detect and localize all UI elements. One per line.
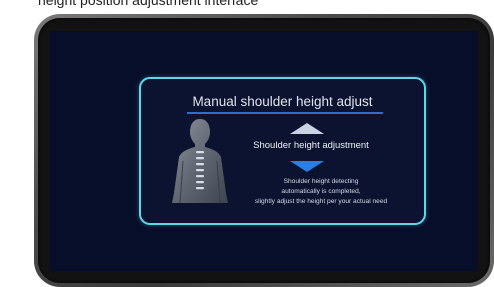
dialog-title: Manual shoulder height adjust xyxy=(192,94,373,109)
hint-text: Shoulder height detecting automatically … xyxy=(233,177,409,207)
title-underline xyxy=(187,112,383,114)
top-caption: height position adjustment interface xyxy=(38,0,259,8)
device-frame: Manual shoulder height adjust Shoulder h… xyxy=(34,14,494,287)
shoulder-height-adjustment-label: Shoulder height adjustment xyxy=(253,140,369,151)
hint-line: slightly adjust the height per your actu… xyxy=(254,198,388,205)
display-screen: Manual shoulder height adjust Shoulder h… xyxy=(50,31,478,271)
shoulder-adjust-dialog: Manual shoulder height adjust Shoulder h… xyxy=(139,77,426,225)
device-bezel: Manual shoulder height adjust Shoulder h… xyxy=(38,18,490,283)
arrow-up-icon[interactable] xyxy=(290,123,324,134)
arrow-down-icon[interactable] xyxy=(290,161,324,172)
human-back-silhouette-icon xyxy=(172,119,228,203)
hint-line: automatically is completed, xyxy=(281,188,361,195)
hint-line: Shoulder height detecting xyxy=(283,178,359,185)
